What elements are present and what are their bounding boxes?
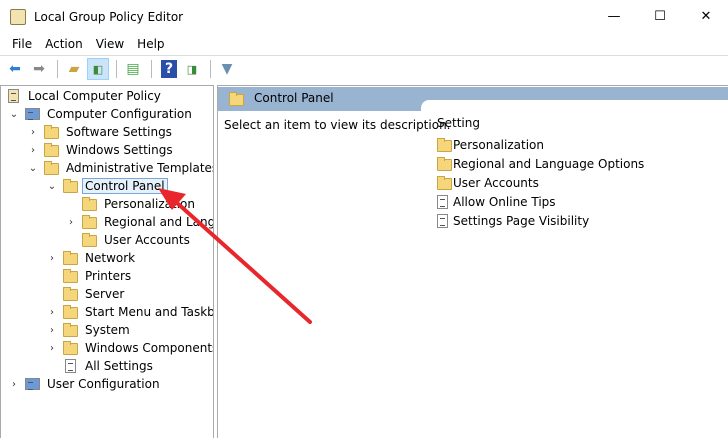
annotation-arrow: [158, 188, 312, 324]
